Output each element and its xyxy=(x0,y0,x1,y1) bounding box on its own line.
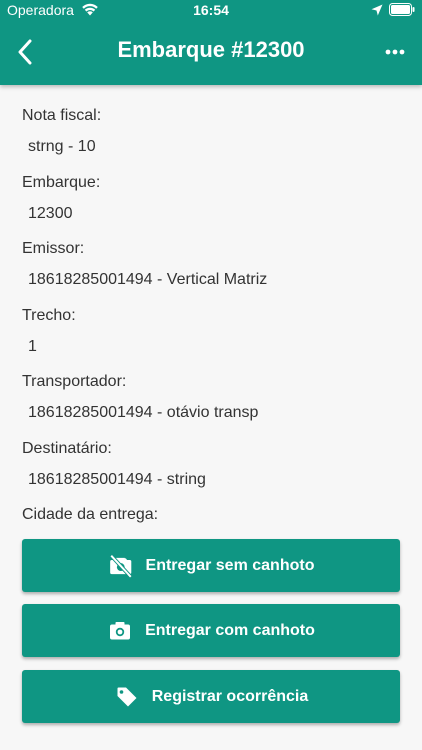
field-trecho: Trecho: 1 xyxy=(22,306,402,357)
field-label: Cidade da entrega: xyxy=(22,506,159,523)
field-value: 1 xyxy=(28,338,37,355)
status-time: 16:54 xyxy=(193,2,229,18)
register-occurrence-button[interactable]: Registrar ocorrência xyxy=(22,670,400,723)
status-bar: Operadora 16:54 xyxy=(0,0,422,20)
no-camera-icon xyxy=(108,553,134,579)
field-value: 12300 xyxy=(28,205,73,222)
field-label: Trecho: xyxy=(22,307,76,324)
field-destinatario: Destinatário: 18618285001494 - string xyxy=(22,439,402,490)
field-embarque: Embarque: 12300 xyxy=(22,173,402,224)
action-label: Registrar ocorrência xyxy=(151,687,309,705)
shipment-details: Nota fiscal: strng - 10 Embarque: 12300 … xyxy=(0,85,422,525)
field-label: Transportador: xyxy=(22,373,127,390)
field-label: Embarque: xyxy=(22,174,101,191)
field-label: Nota fiscal: xyxy=(22,107,102,124)
field-value: 18618285001494 - otávio transp xyxy=(28,404,259,421)
deliver-with-receipt-button[interactable]: Entregar com canhoto xyxy=(22,604,400,657)
back-arrow-icon xyxy=(18,39,32,65)
location-arrow-icon xyxy=(371,4,383,16)
back-button[interactable] xyxy=(10,35,40,69)
field-cidade-entrega: Cidade da entrega: xyxy=(22,505,402,525)
more-options-button[interactable] xyxy=(380,38,410,66)
action-label: Entregar com canhoto xyxy=(145,621,315,639)
battery-icon xyxy=(389,3,415,16)
field-value: 18618285001494 - string xyxy=(28,471,206,488)
app-header: Operadora 16:54 Embarque #12300 xyxy=(0,0,422,85)
field-value: 18618285001494 - Vertical Matriz xyxy=(28,271,268,288)
field-transportador: Transportador: 18618285001494 - otávio t… xyxy=(22,372,402,423)
field-value: strng - 10 xyxy=(28,138,96,155)
camera-icon xyxy=(107,618,133,644)
page-title: Embarque #12300 xyxy=(117,37,305,62)
field-nota-fiscal: Nota fiscal: strng - 10 xyxy=(22,106,402,157)
deliver-without-receipt-button[interactable]: Entregar sem canhoto xyxy=(22,539,400,592)
tag-icon xyxy=(114,684,140,710)
more-horizontal-icon xyxy=(385,49,405,55)
field-label: Destinatário: xyxy=(22,440,112,457)
field-emissor: Emissor: 18618285001494 - Vertical Matri… xyxy=(22,239,402,290)
field-label: Emissor: xyxy=(22,240,85,257)
action-label: Entregar sem canhoto xyxy=(145,556,315,574)
